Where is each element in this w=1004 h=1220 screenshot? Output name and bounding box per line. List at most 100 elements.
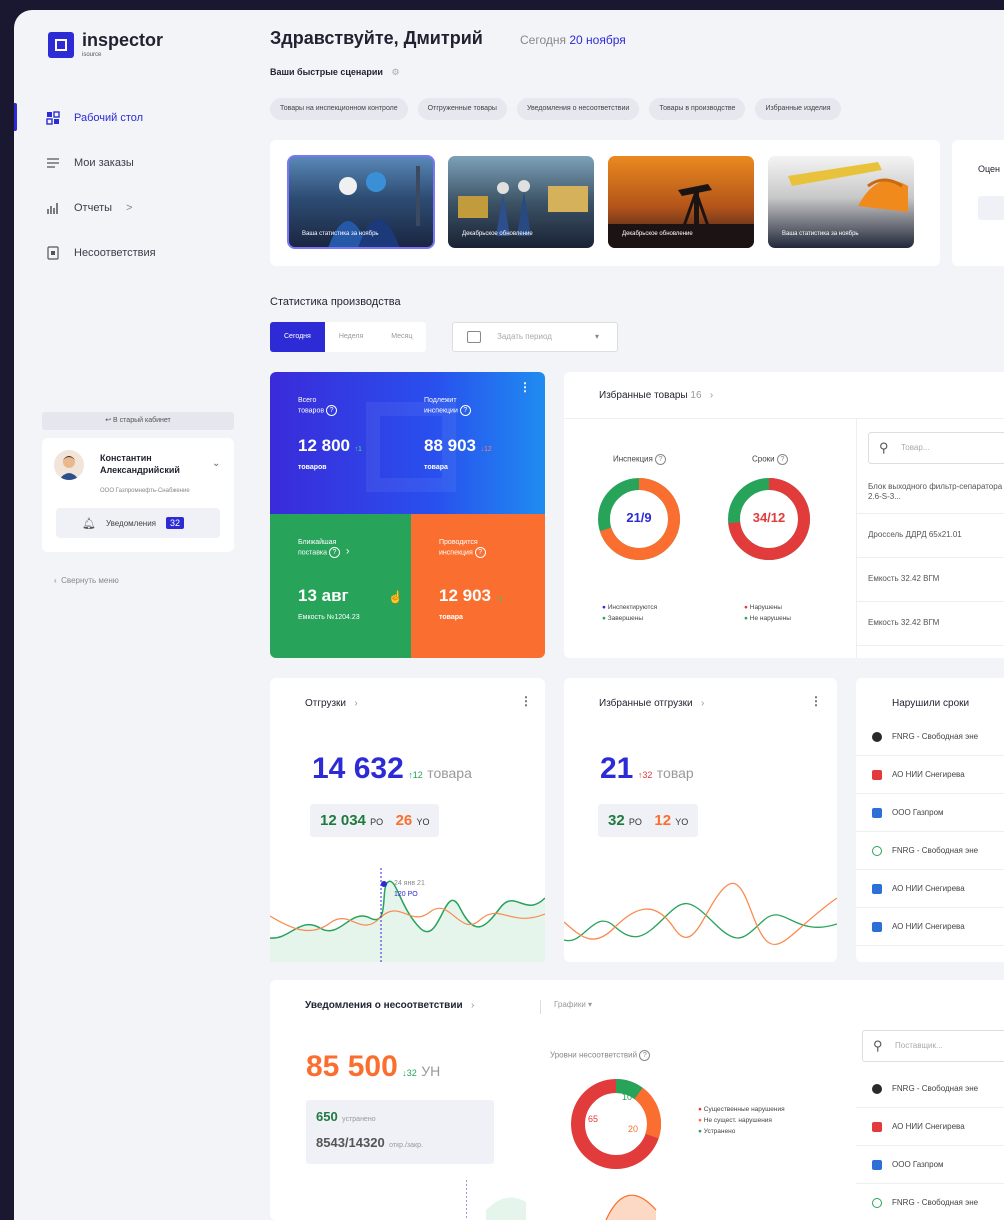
stories-panel: Ваша статистика за ноябрь Декабрьское об… [270, 140, 940, 266]
favorites-title[interactable]: Избранные товары 16 › [599, 390, 713, 401]
nonconformity-title[interactable]: Уведомления о несоответствии › [305, 1000, 474, 1011]
notifications-button[interactable]: 🔔︎ Уведомления 32 [56, 508, 220, 538]
quick-chips: Товары на инспекционном контроле Отгруже… [270, 98, 841, 120]
violations-title[interactable]: Нарушили сроки [892, 698, 969, 709]
list-item[interactable]: FNRG - Свободная эне [856, 718, 1004, 756]
list-item[interactable]: АО НИИ Снегирева [856, 870, 1004, 908]
quick-scenarios-label: Ваши быстрые сценарии [270, 67, 383, 77]
help-icon[interactable]: ? [326, 405, 338, 416]
list-item[interactable]: АО НИИ Снегирева [856, 908, 1004, 946]
deadline-value: 34/12 [752, 510, 786, 525]
help-icon[interactable]: ? [459, 405, 471, 416]
quick-chip[interactable]: Уведомления о несоответствии [516, 98, 640, 120]
tab-month[interactable]: Месяц [377, 322, 427, 352]
tile-delivery-value: 13 авг [298, 586, 349, 605]
story-card[interactable]: Ваша статистика за ноябрь [768, 156, 914, 248]
chart-tooltip: 24 янв 21 120 PO [394, 878, 425, 900]
favorites-search-input[interactable]: ⚲ Товар... [868, 432, 1004, 464]
collapse-menu-button[interactable]: ‹ Свернуть меню [54, 576, 119, 585]
supplier-search-input[interactable]: ⚲ Поставщик... [862, 1030, 1004, 1062]
tile-total[interactable]: Всего товаров ? 12 800 ↑1 товаров Подлежи… [270, 372, 545, 514]
charts-dropdown[interactable]: Графики ▾ [554, 1000, 592, 1009]
list-item[interactable]: ООО Газпром [856, 1146, 1004, 1184]
list-item[interactable]: Блок выходного фильтр-сепаратора 2.6-S-3… [856, 470, 1004, 514]
sidebar-item-reports[interactable]: Отчеты > [14, 185, 249, 230]
list-item[interactable]: FNRG - Свободная эне [856, 832, 1004, 870]
tab-week[interactable]: Неделя [324, 322, 378, 352]
ratio-label: откр./закр. [389, 1142, 423, 1149]
help-icon[interactable]: ? [639, 1050, 651, 1061]
shipments-unit: товара [427, 765, 472, 781]
story-caption: Ваша статистика за ноябрь [302, 231, 379, 237]
quick-chip[interactable]: Избранные изделия [755, 98, 841, 120]
quick-chip[interactable]: Отгруженные товары [417, 98, 507, 120]
list-item[interactable]: FNRG - Свободная эне [856, 1184, 1004, 1220]
tooltip-value: 120 PO [394, 891, 418, 898]
fav-shipments-card: Избранные отгрузки › ⋮ 21 ↑32 товар 32 P… [564, 678, 837, 962]
list-item[interactable]: FNRG - Свободная эне [856, 1070, 1004, 1108]
po-label: PO [628, 817, 642, 827]
today-label: Сегодня [520, 33, 566, 47]
period-select[interactable]: Задать период ▾ [452, 322, 618, 352]
list-item[interactable]: Емкость 32.42 ВГМ [856, 602, 1004, 646]
list-item[interactable]: АО НИИ Снегирева [856, 756, 1004, 794]
sidebar: inspector isource Рабочий стол Мои заказ… [14, 10, 249, 1210]
tile-ongoing[interactable]: Проводится инспекция ? 12 903 ↑1 товара [411, 514, 545, 658]
tile-ongoing-unit: товара [439, 614, 463, 621]
story-card[interactable]: Декабрьское обновление [608, 156, 754, 248]
kebab-icon[interactable]: ⋮ [520, 694, 532, 708]
kebab-icon[interactable]: ⋮ [810, 694, 822, 708]
supplier-list: FNRG - Свободная эне АО НИИ Снегирева ОО… [856, 1070, 1004, 1220]
help-icon[interactable]: ? [329, 547, 340, 558]
logo[interactable]: inspector isource [48, 30, 164, 58]
supplier-icon [872, 845, 882, 856]
old-cabinet-link[interactable]: ↩ В старый кабинет [42, 412, 234, 430]
app-sub: isource [82, 52, 102, 58]
tab-today[interactable]: Сегодня [270, 322, 325, 352]
user-card[interactable]: Константин Александрийский ООО Газпромне… [42, 438, 234, 552]
supplier-name: АО НИИ Снегирева [892, 884, 965, 893]
list-item[interactable]: Дроссель ДДРД 65x21.01 [856, 514, 1004, 558]
deadline-label: Сроки [752, 454, 775, 464]
kebab-icon[interactable]: ⋮ [519, 380, 531, 394]
user-first-name: Константин [100, 453, 152, 463]
gear-icon[interactable]: ⚙ [391, 67, 399, 77]
story-caption: Декабрьское обновление [462, 231, 533, 237]
list-item[interactable]: АО НИИ Снегирева [856, 1108, 1004, 1146]
shipments-breakdown: 12 034 PO 26 YO [310, 804, 440, 837]
fav-shipments-title[interactable]: Избранные отгрузки › [599, 698, 704, 709]
help-icon[interactable]: ? [776, 454, 788, 465]
story-card[interactable]: Ваша статистика за ноябрь [287, 155, 435, 249]
chevron-down-icon[interactable]: ⌄ [212, 458, 220, 469]
quick-chip[interactable]: Товары в производстве [649, 98, 746, 120]
main-content: Здравствуйте, Дмитрий Сегодня 20 ноября … [270, 10, 1004, 1220]
fixed-value: 650 [316, 1109, 338, 1124]
quick-chip[interactable]: Товары на инспекционном контроле [270, 98, 408, 120]
legend-label: Не сущест. нарушения [703, 1117, 772, 1124]
shipments-delta: ↑12 [408, 770, 423, 780]
help-icon[interactable]: ? [474, 547, 486, 558]
fav-shipments-title-label: Избранные отгрузки [599, 698, 693, 709]
shipments-title[interactable]: Отгрузки › [305, 698, 358, 709]
legend-label: Завершены [607, 615, 643, 622]
list-item[interactable]: Емкость 32.42 ВГМ [856, 558, 1004, 602]
sidebar-item-orders[interactable]: Мои заказы [14, 140, 249, 185]
sidebar-item-label: Мои заказы [74, 156, 134, 169]
app-name: inspector [82, 30, 164, 50]
list-item[interactable]: ООО Газпром [856, 794, 1004, 832]
story-card[interactable]: Декабрьское обновление [448, 156, 594, 248]
rate-card[interactable]: Оцен [952, 140, 1004, 266]
chevron-down-icon: ▾ [588, 1000, 593, 1009]
supplier-name: АО НИИ Снегирева [892, 770, 965, 779]
sidebar-item-nonconformity[interactable]: Несоответствия [14, 230, 249, 275]
help-icon[interactable]: ? [655, 454, 667, 465]
logo-icon [48, 32, 74, 58]
fav-shipments-sparkline [564, 882, 837, 945]
tile-delivery[interactable]: Ближайшая поставка ? › 13 авг Емкость №12… [270, 514, 411, 658]
fav-shipments-yo: 12 [654, 812, 672, 829]
chevron-down-icon: ▾ [594, 332, 599, 341]
nonconformity-title-label: Уведомления о несоответствии [305, 1000, 463, 1011]
yo-label: YO [416, 817, 430, 827]
sidebar-item-dashboard[interactable]: Рабочий стол [14, 95, 249, 140]
fav-shipments-value: 21 [600, 752, 634, 785]
